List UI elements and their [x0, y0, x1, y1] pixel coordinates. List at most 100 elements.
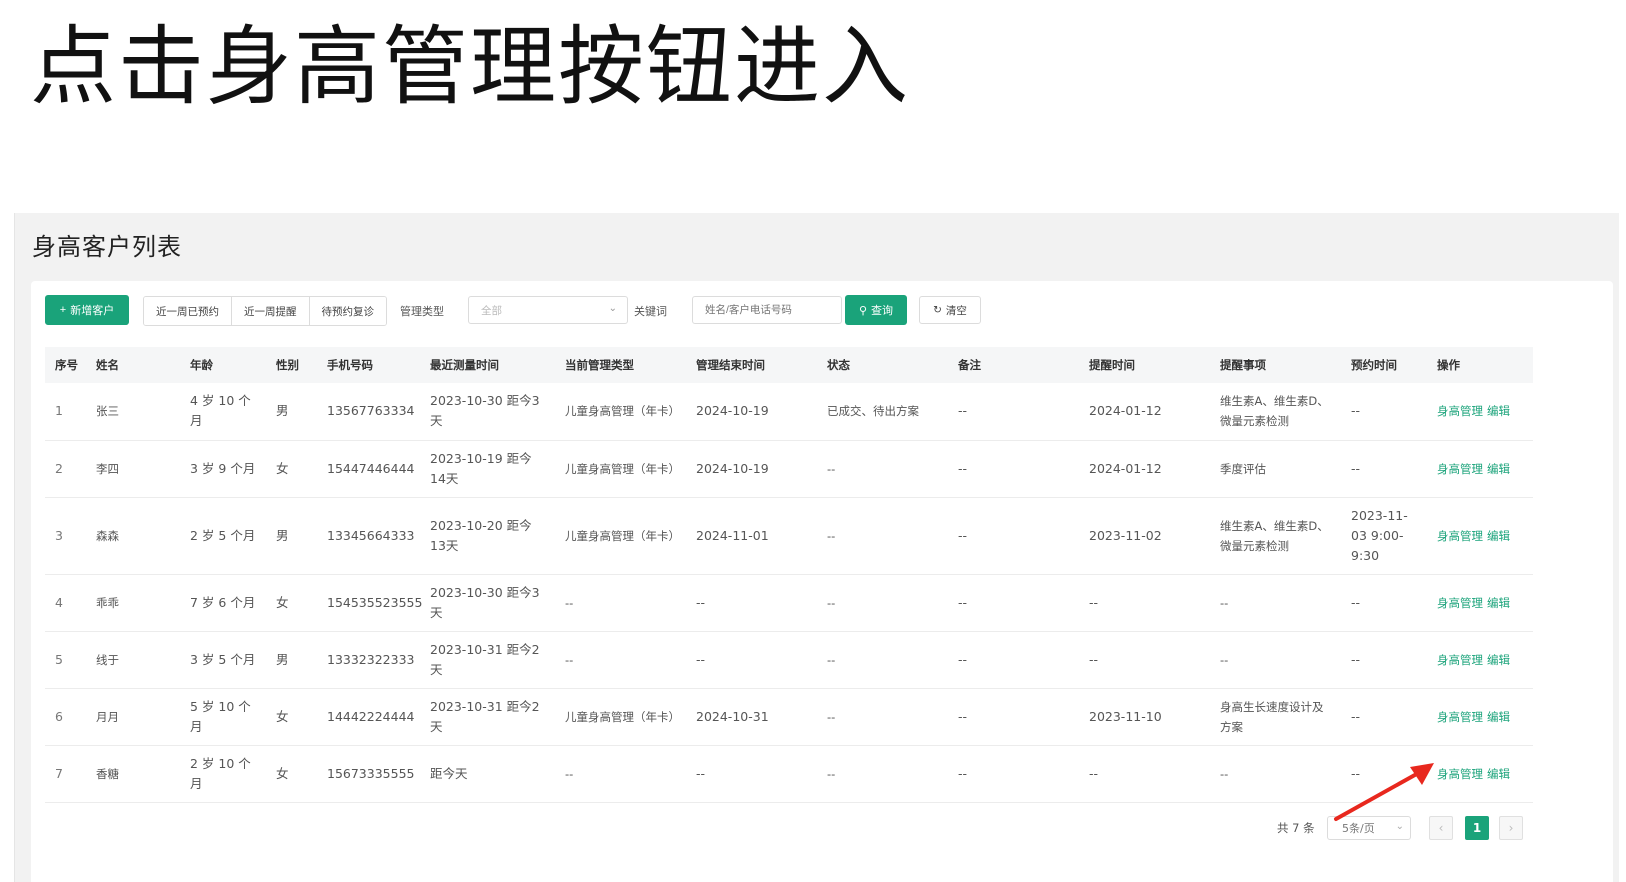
height-manage-button[interactable]: 身高管理 — [1437, 710, 1483, 724]
table-cell: 2023-10-20 距今13天 — [420, 497, 555, 575]
table-cell: 2024-10-19 — [686, 383, 817, 441]
table-cell: 7 岁 6 个月 — [180, 574, 266, 632]
keyword-label: 关键词 — [634, 305, 667, 318]
edit-button[interactable]: 编辑 — [1487, 462, 1510, 476]
col-manage-type: 当前管理类型 — [555, 347, 686, 383]
table-cell: -- — [948, 440, 1079, 498]
page-1-button[interactable]: 1 — [1465, 816, 1489, 840]
table-cell: 男 — [266, 497, 317, 575]
table-cell: 线于 — [86, 631, 180, 689]
table-cell: 森森 — [86, 497, 180, 575]
table-cell: 李四 — [86, 440, 180, 498]
edit-button[interactable]: 编辑 — [1487, 767, 1510, 781]
table-cell: 2023-10-30 距今3天 — [420, 383, 555, 441]
table-row: 7 香糖 2 岁 10 个月女 15673335555 距今天 -- -- -- -- -- -- -… — [45, 745, 1533, 803]
table-cell: -- — [1079, 574, 1210, 632]
actions-cell: 身高管理 编辑 — [1427, 631, 1533, 689]
table-cell: -- — [817, 440, 948, 498]
next-page-button[interactable]: › — [1499, 816, 1523, 840]
table-cell: 维生素A、维生素D、微量元素检测 — [1210, 383, 1341, 441]
actions-cell: 身高管理 编辑 — [1427, 497, 1533, 575]
table-cell: 女 — [266, 574, 317, 632]
edit-button[interactable]: 编辑 — [1487, 529, 1510, 543]
actions-cell: 身高管理 编辑 — [1427, 574, 1533, 632]
type-select[interactable]: 全部 ⌄ — [468, 296, 628, 324]
col-gender: 性别 — [266, 347, 317, 383]
table-cell: 儿童身高管理（年卡） — [555, 440, 686, 498]
height-manage-button[interactable]: 身高管理 — [1437, 653, 1483, 667]
table-cell: -- — [1341, 574, 1427, 632]
edit-button[interactable]: 编辑 — [1487, 710, 1510, 724]
col-remind-item: 提醒事项 — [1210, 347, 1341, 383]
col-age: 年龄 — [180, 347, 266, 383]
table-cell: 张三 — [86, 383, 180, 441]
actions-cell: 身高管理 编辑 — [1427, 688, 1533, 746]
search-label: 查询 — [871, 305, 894, 317]
search-icon: ⚲ — [858, 304, 868, 317]
table-cell: 身高生长速度设计及方案 — [1210, 688, 1341, 746]
table-cell: -- — [817, 574, 948, 632]
table-cell: -- — [948, 688, 1079, 746]
edit-button[interactable]: 编辑 — [1487, 404, 1510, 418]
plus-icon: + — [59, 304, 67, 316]
table-cell: -- — [686, 574, 817, 632]
table-cell: -- — [817, 745, 948, 803]
edit-button[interactable]: 编辑 — [1487, 653, 1510, 667]
table-cell: -- — [686, 745, 817, 803]
table-cell: -- — [948, 574, 1079, 632]
table-cell: 2023-10-31 距今2天 — [420, 631, 555, 689]
search-button[interactable]: ⚲ 查询 — [845, 295, 907, 325]
table-cell: 月月 — [86, 688, 180, 746]
clear-button[interactable]: ↻ 清空 — [919, 296, 981, 324]
filter-pending-revisit[interactable]: 待预约复诊 — [309, 297, 386, 325]
table-cell: -- — [817, 631, 948, 689]
table-cell: 儿童身高管理（年卡） — [555, 688, 686, 746]
height-manage-button[interactable]: 身高管理 — [1437, 767, 1483, 781]
col-name: 姓名 — [86, 347, 180, 383]
table-cell: -- — [948, 383, 1079, 441]
height-manage-button[interactable]: 身高管理 — [1437, 404, 1483, 418]
col-index: 序号 — [45, 347, 86, 383]
height-manage-button[interactable]: 身高管理 — [1437, 529, 1483, 543]
height-manage-button[interactable]: 身高管理 — [1437, 596, 1483, 610]
quick-filter-group: 近一周已预约 近一周提醒 待预约复诊 — [143, 296, 387, 326]
table-cell: 5 岁 10 个月 — [180, 688, 266, 746]
filter-week-booked[interactable]: 近一周已预约 — [144, 297, 232, 325]
col-status: 状态 — [817, 347, 948, 383]
table-cell: 2023-11-03 9:00-9:30 — [1341, 497, 1427, 575]
table-cell: -- — [817, 688, 948, 746]
total-count: 共 7 条 — [1277, 821, 1315, 835]
height-manage-button[interactable]: 身高管理 — [1437, 462, 1483, 476]
table-cell: 男 — [266, 631, 317, 689]
table-cell: -- — [1341, 631, 1427, 689]
edit-button[interactable]: 编辑 — [1487, 596, 1510, 610]
table-cell: -- — [1341, 383, 1427, 441]
table-cell: 13567763334 — [317, 383, 420, 441]
table-cell: -- — [555, 745, 686, 803]
table-cell: -- — [1079, 631, 1210, 689]
table-cell: -- — [948, 631, 1079, 689]
table-row: 2 李四 3 岁 9 个月女 15447446444 2023-10-19 距今14天儿… — [45, 440, 1533, 498]
table-cell: -- — [948, 497, 1079, 575]
table-cell: -- — [1341, 440, 1427, 498]
table-cell: 3 — [45, 497, 86, 575]
table-cell: 维生素A、维生素D、微量元素检测 — [1210, 497, 1341, 575]
table-cell: 儿童身高管理（年卡） — [555, 383, 686, 441]
table-cell: -- — [1210, 745, 1341, 803]
table-cell: -- — [1210, 574, 1341, 632]
actions-cell: 身高管理 编辑 — [1427, 440, 1533, 498]
table-cell: 2024-01-12 — [1079, 383, 1210, 441]
customer-table: 序号 姓名 年龄 性别 手机号码 最近测量时间 当前管理类型 管理结束时间 状态… — [45, 347, 1533, 803]
table-cell: 4 岁 10 个月 — [180, 383, 266, 441]
table-cell: -- — [555, 574, 686, 632]
table-cell: 香糖 — [86, 745, 180, 803]
table-cell: 儿童身高管理（年卡） — [555, 497, 686, 575]
col-actions: 操作 — [1427, 347, 1533, 383]
table-cell: 女 — [266, 688, 317, 746]
filter-week-reminder[interactable]: 近一周提醒 — [232, 297, 310, 325]
keyword-input[interactable] — [692, 296, 842, 324]
table-cell: 4 — [45, 574, 86, 632]
add-customer-button[interactable]: + 新增客户 — [45, 295, 129, 325]
table-cell: 2024-10-31 — [686, 688, 817, 746]
col-manage-end: 管理结束时间 — [686, 347, 817, 383]
